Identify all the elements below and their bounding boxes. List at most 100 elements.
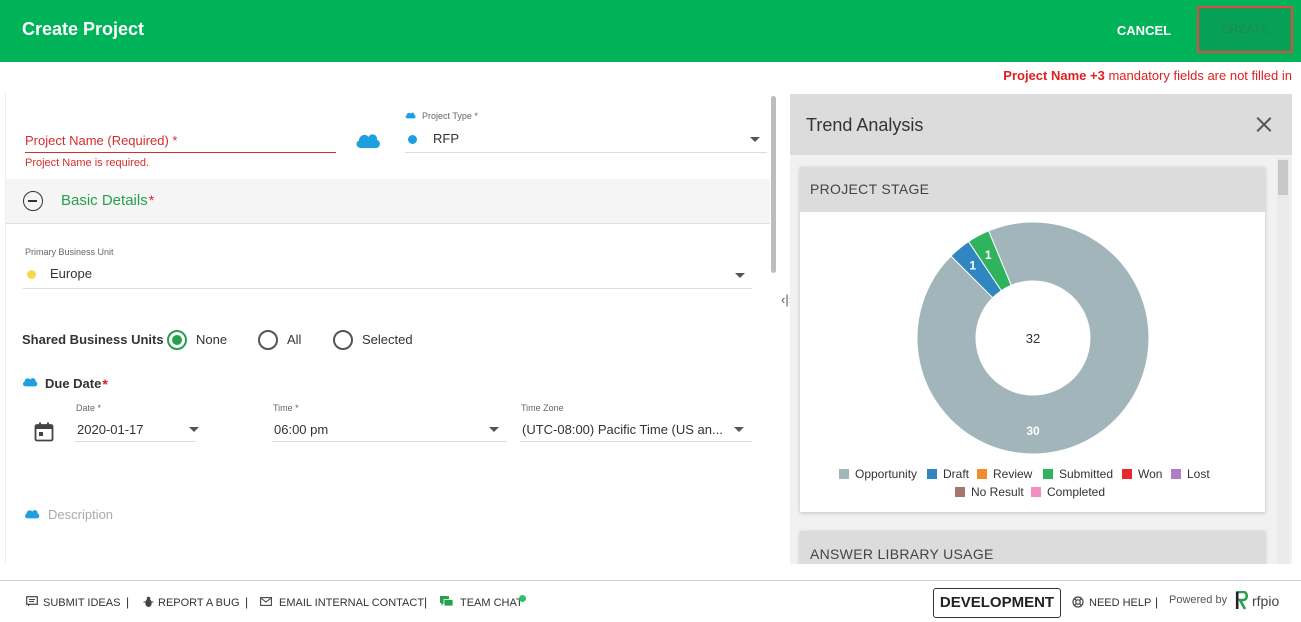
- legend-label: Draft: [943, 467, 970, 481]
- project-type-cloud-icon: [405, 111, 416, 119]
- donut-center-total: 32: [1026, 331, 1040, 346]
- cloud-icon[interactable]: [355, 131, 381, 149]
- app-header: Create Project CANCEL CREATE: [0, 0, 1301, 62]
- basic-details-section[interactable]: Basic Details*: [6, 179, 770, 224]
- chevron-down-icon: [189, 427, 199, 432]
- project-stage-card-header: PROJECT STAGE: [800, 167, 1265, 212]
- legend-swatch: [977, 469, 987, 479]
- legend-label: Won: [1138, 467, 1163, 481]
- trend-scrollbar[interactable]: [1277, 158, 1289, 564]
- chevron-down-icon: [489, 427, 499, 432]
- footer-divider: |: [424, 595, 428, 609]
- donut-data-label: 30: [1026, 424, 1040, 438]
- business-unit-dot: [27, 270, 36, 279]
- footer-divider: |: [245, 595, 249, 609]
- chevron-down-icon: [735, 273, 745, 278]
- legend-swatch: [839, 469, 849, 479]
- donut-data-label: 1: [985, 248, 992, 262]
- validation-extra-count: +3: [1090, 68, 1105, 83]
- legend-swatch: [1171, 469, 1181, 479]
- project-name-input[interactable]: Project Name (Required) *: [25, 133, 336, 153]
- legend-swatch: [1031, 487, 1041, 497]
- submit-ideas-link[interactable]: SUBMIT IDEAS: [43, 597, 120, 609]
- legend-item-no-result[interactable]: No Result: [955, 485, 1024, 499]
- need-help-link[interactable]: NEED HELP: [1089, 597, 1151, 609]
- project-type-dot: [408, 135, 417, 144]
- answer-library-usage-title: ANSWER LIBRARY USAGE: [810, 546, 994, 562]
- rfpio-brand: rfpio: [1252, 593, 1280, 609]
- legend-item-review[interactable]: Review: [977, 467, 1032, 481]
- rfpio-logo-icon: [1235, 590, 1249, 614]
- timezone-value: (UTC-08:00) Pacific Time (US an...: [522, 422, 722, 437]
- date-label: Date *: [76, 403, 102, 413]
- donut-data-label: 1: [969, 259, 976, 273]
- form-panel: Project Name (Required) * Project Name i…: [5, 93, 770, 563]
- legend-item-won[interactable]: Won: [1122, 467, 1162, 481]
- mail-icon: [260, 597, 272, 609]
- description-field[interactable]: Description: [48, 507, 113, 522]
- time-label: Time *: [273, 403, 299, 413]
- due-date-cloud-icon: [22, 376, 38, 387]
- bug-icon: [143, 596, 154, 611]
- date-select[interactable]: 2020-01-17: [75, 418, 199, 442]
- description-cloud-icon: [24, 508, 40, 519]
- legend-item-draft[interactable]: Draft: [927, 467, 969, 481]
- legend-item-completed[interactable]: Completed: [1031, 485, 1105, 499]
- chat-status-dot: [519, 595, 526, 602]
- create-button[interactable]: CREATE: [1197, 6, 1293, 53]
- report-bug-link[interactable]: REPORT A BUG: [158, 597, 240, 609]
- cancel-button[interactable]: CANCEL: [1108, 20, 1180, 40]
- project-type-select[interactable]: RFP: [405, 129, 767, 153]
- radio-none-label: None: [196, 332, 228, 347]
- timezone-select[interactable]: (UTC-08:00) Pacific Time (US an...: [520, 418, 752, 442]
- project-type-value: RFP: [433, 131, 459, 146]
- message-icon: [26, 596, 38, 610]
- legend-label: Completed: [1047, 485, 1106, 499]
- legend-label: Submitted: [1059, 467, 1114, 481]
- team-chat-link[interactable]: TEAM CHAT: [460, 597, 523, 609]
- project-type-label: Project Type *: [422, 111, 478, 121]
- legend-swatch: [1043, 469, 1053, 479]
- validation-message: Project Name +3 mandatory fields are not…: [1003, 68, 1292, 83]
- trend-analysis-panel: Trend Analysis PROJECT STAGE 30 1 1 32 Opp…: [790, 94, 1292, 564]
- close-icon[interactable]: [1254, 115, 1274, 135]
- date-value: 2020-01-17: [77, 422, 144, 437]
- radio-selected[interactable]: [333, 330, 353, 350]
- legend-item-lost[interactable]: Lost: [1171, 467, 1210, 481]
- radio-all[interactable]: [258, 330, 278, 350]
- timezone-label: Time Zone: [521, 403, 564, 413]
- project-stage-card: PROJECT STAGE 30 1 1 32 Opportunity Draft Re…: [800, 167, 1265, 512]
- footer-divider: |: [126, 595, 130, 609]
- validation-text: mandatory fields are not filled in: [1108, 68, 1292, 83]
- legend-item-opportunity[interactable]: Opportunity: [839, 467, 917, 481]
- footer-divider: |: [1155, 595, 1159, 609]
- radio-none[interactable]: [167, 330, 187, 350]
- legend-label: Opportunity: [855, 467, 918, 481]
- legend-label: Lost: [1187, 467, 1210, 481]
- calendar-icon[interactable]: [34, 422, 54, 447]
- email-internal-contact-link[interactable]: EMAIL INTERNAL CONTACT: [279, 597, 424, 609]
- form-scrollbar[interactable]: [771, 96, 776, 273]
- radio-all-label: All: [287, 332, 302, 347]
- time-select[interactable]: 06:00 pm: [272, 418, 507, 442]
- trend-header: Trend Analysis: [790, 94, 1292, 155]
- primary-business-unit-label: Primary Business Unit: [25, 247, 114, 257]
- collapse-minus-icon[interactable]: [23, 191, 43, 211]
- validation-field-name: Project Name: [1003, 68, 1087, 83]
- legend-item-submitted[interactable]: Submitted: [1043, 467, 1113, 481]
- due-date-title: Due Date*: [45, 376, 108, 392]
- chevron-down-icon: [750, 137, 760, 142]
- chevron-down-icon: [734, 427, 744, 432]
- project-stage-title: PROJECT STAGE: [810, 181, 930, 197]
- page-title: Create Project: [22, 19, 145, 39]
- help-icon: [1072, 596, 1084, 611]
- legend-swatch: [1122, 469, 1132, 479]
- answer-library-usage-card[interactable]: ANSWER LIBRARY USAGE: [800, 531, 1265, 564]
- trend-title: Trend Analysis: [806, 115, 924, 135]
- primary-business-unit-select[interactable]: Europe: [23, 263, 752, 289]
- shared-business-units-label: Shared Business Units: [22, 332, 164, 347]
- project-stage-donut-chart: 30 11 32: [916, 221, 1150, 455]
- project-name-error: Project Name is required.: [25, 157, 150, 169]
- legend-label: No Result: [971, 485, 1024, 499]
- time-value: 06:00 pm: [274, 422, 329, 437]
